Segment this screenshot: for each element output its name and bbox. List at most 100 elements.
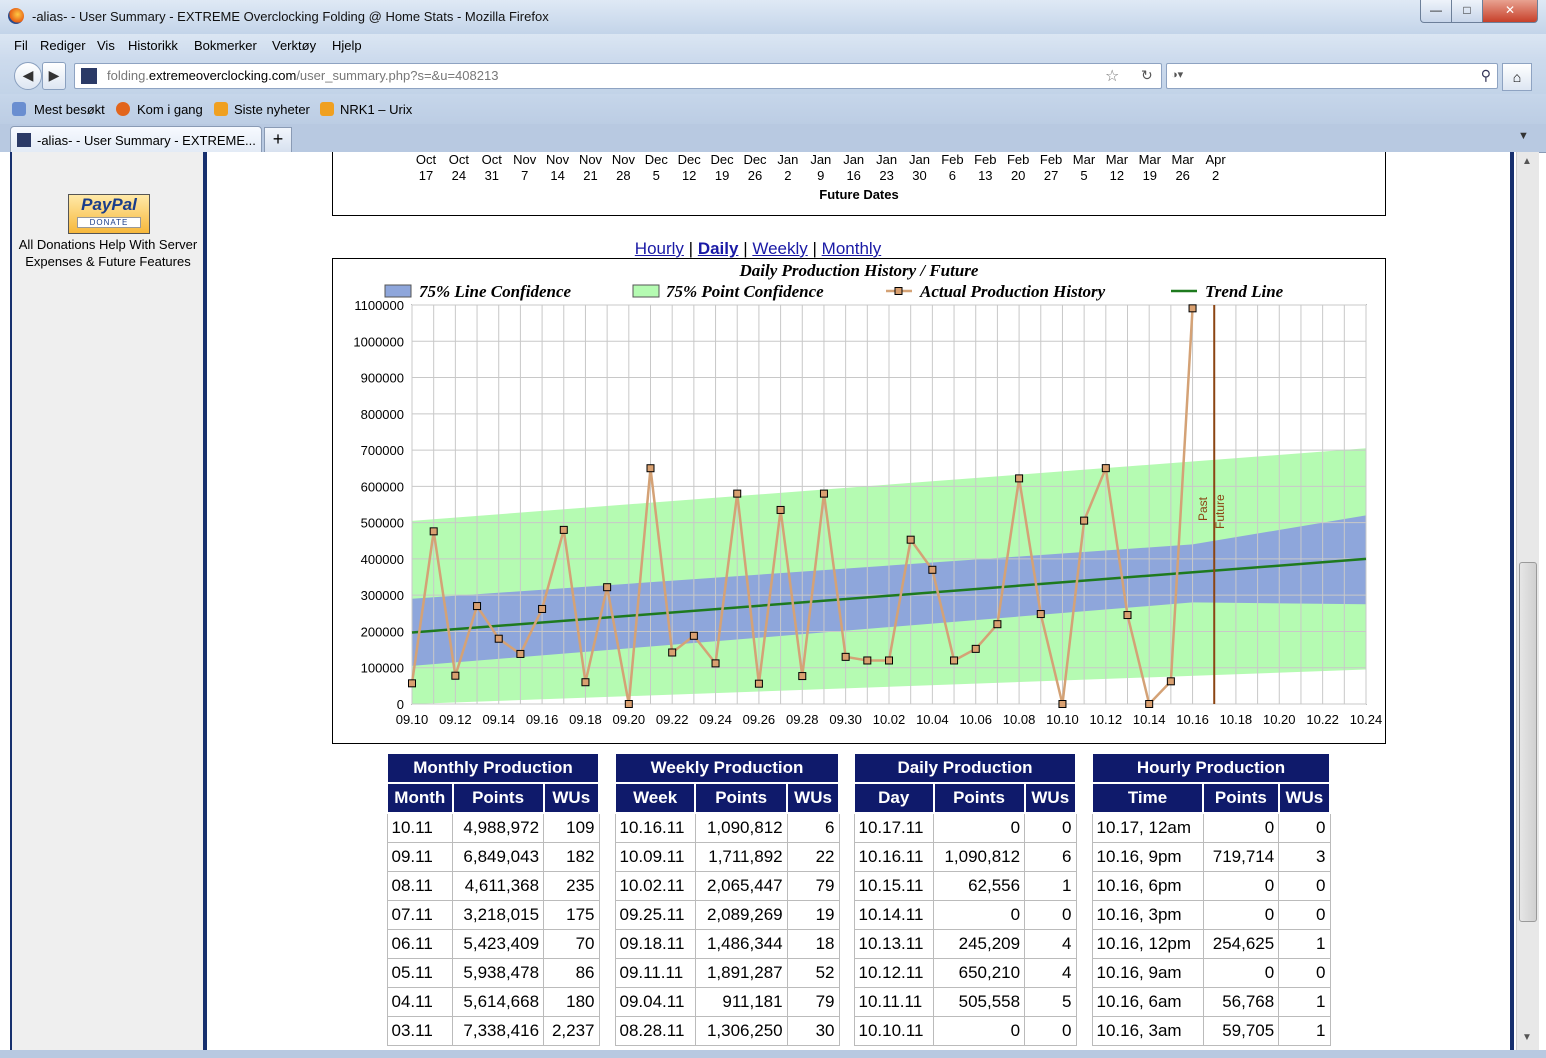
actual-production-point bbox=[733, 489, 742, 498]
menu-bar: Fil Rediger Vis Historikk Bokmerker Verk… bbox=[0, 34, 1546, 58]
table-cell: 04.11 bbox=[386, 987, 454, 1017]
table-cell: 235 bbox=[543, 871, 600, 901]
scroll-up-icon[interactable]: ▲ bbox=[1522, 156, 1532, 167]
menu-view[interactable]: Vis bbox=[97, 38, 115, 53]
search-engine-icon[interactable]: ◑▾ bbox=[1171, 68, 1195, 84]
daily-link[interactable]: Daily bbox=[698, 239, 739, 258]
search-box[interactable]: ◑▾ ⚲ bbox=[1166, 63, 1498, 89]
table-cell: 09.18.11 bbox=[614, 929, 696, 959]
table-cell: 56,768 bbox=[1202, 987, 1280, 1017]
table-cell: 09.25.11 bbox=[614, 900, 696, 930]
x-tick-label: 09.10 bbox=[396, 712, 429, 727]
x-tick-label: 10.06 bbox=[959, 712, 992, 727]
bookmark-star-icon[interactable]: ☆ bbox=[1105, 66, 1119, 86]
table-cell: 2,065,447 bbox=[694, 871, 788, 901]
table-row: 10.16, 12pm 254,625 1 bbox=[1091, 929, 1331, 959]
new-tab-button[interactable]: + bbox=[264, 127, 292, 153]
url-bar[interactable]: folding.extremeoverclocking.com/user_sum… bbox=[74, 63, 1162, 89]
paypal-donate-button[interactable]: PayPal DONATE bbox=[68, 194, 150, 234]
status-bar bbox=[0, 1050, 1546, 1058]
x-tick-label: 10.18 bbox=[1220, 712, 1253, 727]
home-button[interactable]: ⌂ bbox=[1502, 63, 1532, 91]
actual-production-point bbox=[1058, 700, 1067, 708]
table-cell: 0 bbox=[933, 900, 1026, 930]
actual-production-point bbox=[603, 583, 612, 592]
table-row: 10.10.11 0 0 bbox=[853, 1016, 1077, 1046]
table-row: 10.16, 6am 56,768 1 bbox=[1091, 987, 1331, 1017]
site-favicon-icon bbox=[81, 68, 97, 84]
hourly-table-title: Hourly Production bbox=[1091, 752, 1331, 784]
minimize-button[interactable]: — bbox=[1420, 0, 1452, 23]
table-row: 10.16, 9pm 719,714 3 bbox=[1091, 842, 1331, 872]
table-cell: 0 bbox=[1278, 871, 1331, 901]
tab-bar: -alias- - User Summary - EXTREME... + ▼ bbox=[0, 124, 1546, 153]
table-cell: 06.11 bbox=[386, 929, 454, 959]
table-cell: 30 bbox=[786, 1016, 840, 1046]
menu-tools[interactable]: Verktøy bbox=[272, 38, 316, 53]
bookmark-latest-news[interactable]: Siste nyheter bbox=[234, 102, 310, 117]
table-row: 05.11 5,938,478 86 bbox=[386, 958, 600, 988]
bookmark-most-visited[interactable]: Mest besøkt bbox=[34, 102, 105, 117]
table-cell: 10.16, 6pm bbox=[1091, 871, 1204, 901]
tab-user-summary[interactable]: -alias- - User Summary - EXTREME... bbox=[10, 126, 262, 153]
table-row: 10.15.11 62,556 1 bbox=[853, 871, 1077, 901]
future-label: Future bbox=[1213, 494, 1227, 529]
table-cell: 07.11 bbox=[386, 900, 454, 930]
reload-icon[interactable]: ↻ bbox=[1141, 67, 1153, 84]
tab-list-chevron-down-icon[interactable]: ▼ bbox=[1518, 130, 1529, 142]
actual-production-point bbox=[841, 652, 850, 661]
table-cell: 6 bbox=[1024, 842, 1077, 872]
bookmark-getting-started[interactable]: Kom i gang bbox=[137, 102, 203, 117]
maximize-button[interactable]: □ bbox=[1451, 0, 1483, 23]
actual-production-point bbox=[581, 678, 590, 687]
actual-production-point bbox=[473, 602, 482, 611]
monthly-production-table: Monthly Production Month Points WUs 10.11 4,9… bbox=[386, 752, 601, 1046]
bookmark-nrk1-urix[interactable]: NRK1 – Urix bbox=[340, 102, 412, 117]
table-cell: 0 bbox=[1202, 900, 1280, 930]
menu-file[interactable]: Fil bbox=[14, 38, 28, 53]
menu-edit[interactable]: Rediger bbox=[40, 38, 86, 53]
vertical-scrollbar[interactable]: ▲ ▼ bbox=[1516, 152, 1539, 1050]
actual-production-point bbox=[494, 634, 503, 643]
table-cell: 1 bbox=[1024, 871, 1077, 901]
paypal-logo: PayPal bbox=[81, 195, 137, 214]
scroll-thumb[interactable] bbox=[1519, 562, 1537, 922]
weekly-table-title: Weekly Production bbox=[614, 752, 840, 784]
table-cell: 4 bbox=[1024, 958, 1077, 988]
forward-button[interactable]: ▶ bbox=[42, 62, 66, 90]
monthly-link[interactable]: Monthly bbox=[822, 239, 882, 258]
table-cell: 18 bbox=[786, 929, 840, 959]
weekly-link[interactable]: Weekly bbox=[752, 239, 807, 258]
hourly-link[interactable]: Hourly bbox=[635, 239, 684, 258]
x-tick-label: 10.08 bbox=[1003, 712, 1036, 727]
table-cell: 0 bbox=[1024, 812, 1077, 843]
table-cell: 59,705 bbox=[1202, 1016, 1280, 1046]
y-tick-label: 900000 bbox=[361, 371, 404, 386]
column-header: Day bbox=[853, 782, 935, 814]
table-cell: 1 bbox=[1278, 987, 1331, 1017]
table-cell: 1,090,812 bbox=[694, 812, 788, 843]
window-titlebar: -alias- - User Summary - EXTREME Overclo… bbox=[0, 0, 1546, 34]
search-icon[interactable]: ⚲ bbox=[1481, 67, 1491, 84]
table-cell: 4,611,368 bbox=[452, 871, 545, 901]
table-cell: 2,237 bbox=[543, 1016, 600, 1046]
table-row: 04.11 5,614,668 180 bbox=[386, 987, 600, 1017]
scroll-down-icon[interactable]: ▼ bbox=[1522, 1032, 1532, 1043]
table-row: 10.17.11 0 0 bbox=[853, 812, 1077, 843]
table-row: 09.11.11 1,891,287 52 bbox=[614, 958, 840, 988]
actual-production-point bbox=[1036, 610, 1045, 619]
menu-help[interactable]: Hjelp bbox=[332, 38, 362, 53]
menu-history[interactable]: Historikk bbox=[128, 38, 178, 53]
table-cell: 05.11 bbox=[386, 958, 454, 988]
window-title: -alias- - User Summary - EXTREME Overclo… bbox=[32, 9, 549, 24]
close-button[interactable]: ✕ bbox=[1482, 0, 1538, 23]
actual-production-point bbox=[451, 671, 460, 680]
table-cell: 175 bbox=[543, 900, 600, 930]
table-row: 10.13.11 245,209 4 bbox=[853, 929, 1077, 959]
back-button[interactable]: ◀ bbox=[14, 62, 42, 90]
table-row: 08.11 4,611,368 235 bbox=[386, 871, 600, 901]
menu-bookmarks[interactable]: Bokmerker bbox=[194, 38, 257, 53]
table-cell: 180 bbox=[543, 987, 600, 1017]
table-cell: 245,209 bbox=[933, 929, 1026, 959]
url-text[interactable]: folding.extremeoverclocking.com/user_sum… bbox=[107, 68, 498, 83]
